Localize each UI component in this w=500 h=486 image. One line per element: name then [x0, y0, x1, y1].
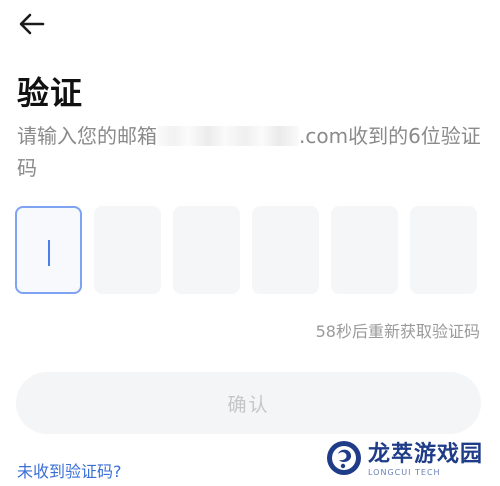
arrow-left-icon [17, 9, 47, 43]
code-digit-2[interactable] [94, 206, 161, 294]
subtitle-prefix: 请输入您的邮箱 [17, 124, 157, 148]
resend-countdown: 58秒后重新获取验证码 [315, 322, 480, 341]
watermark-emblem-icon [326, 440, 362, 480]
back-button[interactable] [14, 8, 50, 44]
page-subtitle: 请输入您的邮箱 .com收到的6位验证码 [17, 120, 487, 184]
code-digit-3[interactable] [173, 206, 240, 294]
code-digit-6[interactable] [410, 206, 477, 294]
watermark-sub-text: LONGCUI TECH [368, 467, 441, 477]
confirm-button[interactable]: 确认 [16, 372, 481, 434]
text-cursor [47, 240, 50, 266]
masked-email [157, 126, 299, 146]
watermark-text: 龙萃游戏园 LONGCUI TECH [368, 441, 484, 477]
page-title: 验证 [17, 74, 84, 112]
code-digit-1[interactable] [15, 206, 82, 294]
verification-code-input [15, 206, 477, 294]
watermark-logo: 龙萃游戏园 LONGCUI TECH [326, 440, 483, 480]
watermark-main-text: 龙萃游戏园 [368, 441, 484, 467]
no-code-received-link[interactable]: 未收到验证码? [17, 458, 122, 482]
code-digit-4[interactable] [252, 206, 319, 294]
code-digit-5[interactable] [331, 206, 398, 294]
